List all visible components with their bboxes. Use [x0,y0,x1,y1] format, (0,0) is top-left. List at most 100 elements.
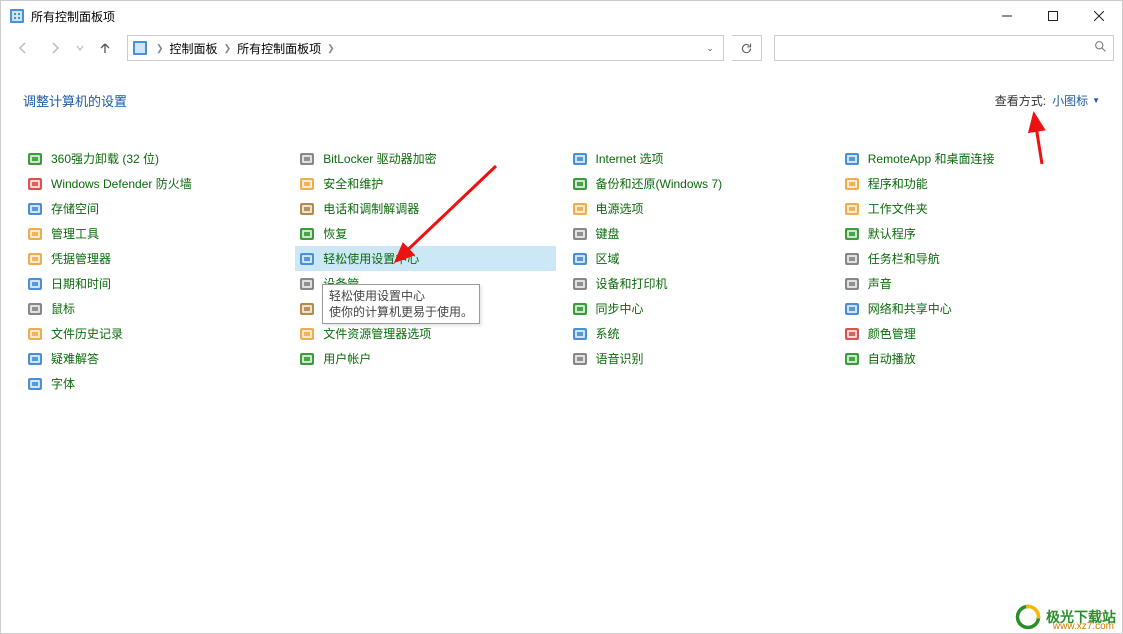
titlebar: 所有控制面板项 [1,1,1122,31]
control-panel-item[interactable]: 任务栏和导航 [840,246,1100,271]
control-panel-item[interactable]: 文件历史记录 [23,321,283,346]
item-icon [572,151,588,167]
navbar: ❯ 控制面板 ❯ 所有控制面板项 ❯ ⌄ [1,31,1122,65]
control-panel-item[interactable]: 颜色管理 [840,321,1100,346]
item-label: 区域 [596,250,620,267]
control-panel-item[interactable]: 鼠标 [23,296,283,321]
item-label: 用户帐户 [323,350,371,367]
item-icon [299,151,315,167]
control-panel-item[interactable]: 系统 [568,321,828,346]
control-panel-item[interactable]: 电话和调制解调器 [295,196,555,221]
item-label: 安全和维护 [323,175,383,192]
item-label: 工作文件夹 [868,200,928,217]
search-icon[interactable] [1094,40,1107,56]
control-panel-item[interactable]: 安全和维护 [295,171,555,196]
item-label: 颜色管理 [868,325,916,342]
control-panel-item[interactable]: 电源选项 [568,196,828,221]
control-panel-item[interactable]: 字体 [23,371,283,396]
chevron-right-icon[interactable]: ❯ [220,43,236,54]
item-label: 轻松使用设置中心 [323,250,419,267]
address-bar[interactable]: ❯ 控制面板 ❯ 所有控制面板项 ❯ ⌄ [127,35,724,61]
tooltip: 轻松使用设置中心 使你的计算机更易于使用。 [322,284,480,324]
item-label: 系统 [596,325,620,342]
item-icon [572,201,588,217]
item-label: 语音识别 [596,350,644,367]
control-panel-item[interactable]: 恢复 [295,221,555,246]
item-icon [27,201,43,217]
control-panel-icon [9,8,25,24]
item-label: 声音 [868,275,892,292]
item-label: 自动播放 [868,350,916,367]
close-button[interactable] [1076,1,1122,31]
control-panel-item[interactable]: 存储空间 [23,196,283,221]
up-button[interactable] [91,34,119,62]
chevron-right-icon[interactable]: ❯ [152,43,168,54]
page-title: 调整计算机的设置 [23,91,127,110]
item-label: 疑难解答 [51,350,99,367]
search-input[interactable] [774,35,1114,61]
item-icon [27,351,43,367]
item-label: Windows Defender 防火墙 [51,175,192,192]
control-panel-item[interactable]: 网络和共享中心 [840,296,1100,321]
item-label: RemoteApp 和桌面连接 [868,150,995,167]
item-label: 键盘 [596,225,620,242]
view-by-label: 查看方式: [995,92,1046,109]
control-panel-item[interactable]: 工作文件夹 [840,196,1100,221]
control-panel-item[interactable]: 文件资源管理器选项 [295,321,555,346]
column-0: 360强力卸载 (32 位) Windows Defender 防火墙存储空间管理… [23,146,283,396]
control-panel-item[interactable]: 程序和功能 [840,171,1100,196]
control-panel-item[interactable]: 自动播放 [840,346,1100,371]
control-panel-item[interactable]: 默认程序 [840,221,1100,246]
back-button[interactable] [9,34,37,62]
recent-dropdown[interactable] [73,34,87,62]
control-panel-item[interactable]: 轻松使用设置中心 [295,246,555,271]
item-label: 文件资源管理器选项 [323,325,431,342]
control-panel-item[interactable]: 360强力卸载 (32 位) [23,146,283,171]
item-icon [27,326,43,342]
control-panel-item[interactable]: 区域 [568,246,828,271]
control-panel-item[interactable]: 设备和打印机 [568,271,828,296]
maximize-button[interactable] [1030,1,1076,31]
item-label: 任务栏和导航 [868,250,940,267]
item-icon [572,176,588,192]
item-label: 360强力卸载 (32 位) [51,150,159,167]
path-icon [132,40,148,56]
control-panel-item[interactable]: RemoteApp 和桌面连接 [840,146,1100,171]
chevron-down-icon: ▼ [1092,96,1100,105]
column-1: BitLocker 驱动器加密安全和维护电话和调制解调器恢复轻松使用设置中心设备… [295,146,555,396]
item-icon [844,351,860,367]
control-panel-item[interactable]: 疑难解答 [23,346,283,371]
control-panel-item[interactable]: 声音 [840,271,1100,296]
item-label: 鼠标 [51,300,75,317]
control-panel-item[interactable]: Windows Defender 防火墙 [23,171,283,196]
control-panel-item[interactable]: 日期和时间 [23,271,283,296]
control-panel-item[interactable]: BitLocker 驱动器加密 [295,146,555,171]
control-panel-item[interactable]: 用户帐户 [295,346,555,371]
control-panel-item[interactable]: 凭据管理器 [23,246,283,271]
control-panel-item[interactable]: 管理工具 [23,221,283,246]
view-by-dropdown[interactable]: 小图标 ▼ [1052,92,1100,109]
watermark: 极光下载站 www.xz7.com [1014,603,1116,631]
breadcrumb-2[interactable]: 所有控制面板项 [235,40,323,57]
minimize-button[interactable] [984,1,1030,31]
item-icon [844,326,860,342]
item-icon [572,251,588,267]
item-icon [572,226,588,242]
item-icon [844,226,860,242]
control-panel-item[interactable]: 键盘 [568,221,828,246]
item-icon [844,251,860,267]
item-label: 凭据管理器 [51,250,111,267]
control-panel-item[interactable]: 语音识别 [568,346,828,371]
chevron-right-icon[interactable]: ❯ [323,43,339,54]
breadcrumb-1[interactable]: 控制面板 [168,40,220,57]
address-dropdown[interactable]: ⌄ [701,43,719,54]
item-icon [299,351,315,367]
item-icon [844,151,860,167]
control-panel-item[interactable]: Internet 选项 [568,146,828,171]
tooltip-title: 轻松使用设置中心 [329,288,473,304]
refresh-button[interactable] [732,35,762,61]
forward-button[interactable] [41,34,69,62]
control-panel-item[interactable]: 同步中心 [568,296,828,321]
control-panel-item[interactable]: 备份和还原(Windows 7) [568,171,828,196]
item-icon [572,351,588,367]
